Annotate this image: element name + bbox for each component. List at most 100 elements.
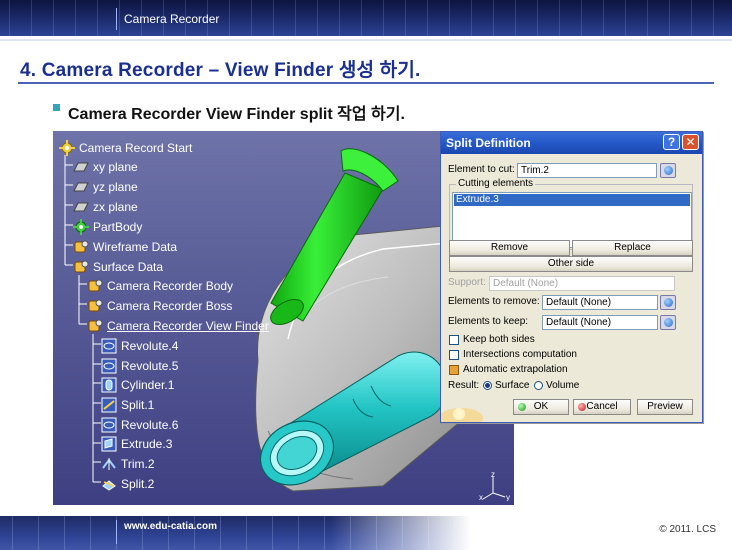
- tree-item-label: zx plane: [93, 200, 138, 214]
- tree-item-camera-recorder-boss[interactable]: Camera Recorder Boss: [87, 297, 232, 315]
- result-label: Result:: [448, 380, 480, 391]
- other-side-button[interactable]: Other side: [449, 256, 693, 272]
- preview-button[interactable]: Preview: [637, 399, 693, 415]
- cutting-element-selected[interactable]: Extrude.3: [454, 194, 690, 206]
- elements-to-keep-field[interactable]: Default (None): [542, 315, 658, 330]
- footer-url[interactable]: www.edu-catia.com: [124, 521, 217, 532]
- tree-item-label: PartBody: [93, 220, 143, 234]
- tree-item-label: Revolute.5: [121, 359, 179, 373]
- tree-item-label: Wireframe Data: [93, 240, 178, 254]
- axis-z-label: z: [491, 471, 495, 479]
- keep-both-sides-label: Keep both sides: [463, 334, 535, 345]
- tree-item-partbody[interactable]: PartBody: [73, 218, 142, 236]
- tree-item-revolute-5[interactable]: Revolute.5: [101, 357, 178, 375]
- elements-to-remove-picker-icon[interactable]: [660, 295, 676, 310]
- tree-item-root[interactable]: Camera Record Start: [59, 139, 192, 157]
- keep-both-sides-checkbox[interactable]: [449, 335, 459, 345]
- tree-item-split-2[interactable]: Split.2: [101, 475, 154, 493]
- dialog-decoration-graphic: [441, 408, 483, 422]
- geometrical-set-icon: [87, 278, 105, 294]
- element-to-cut-field[interactable]: Trim.2: [517, 163, 657, 178]
- tree-item-revolute-4[interactable]: Revolute.4: [101, 337, 178, 355]
- help-icon[interactable]: ?: [663, 134, 680, 150]
- extrude-icon: [101, 436, 119, 452]
- tree-item-xy-plane[interactable]: xy plane: [73, 158, 138, 176]
- plane-icon: [73, 199, 91, 215]
- replace-button[interactable]: Replace: [572, 240, 693, 256]
- tree-item-camera-recorder-body[interactable]: Camera Recorder Body: [87, 277, 233, 295]
- tree-item-label: Camera Recorder Boss: [107, 299, 233, 313]
- tree-item-camera-recorder-view-finder[interactable]: Camera Recorder View Finder: [87, 317, 269, 335]
- header-rule-shadow: [0, 39, 732, 41]
- tree-item-label: yz plane: [93, 180, 138, 194]
- cancel-button[interactable]: Cancel: [573, 399, 631, 415]
- tree-item-label: Cylinder.1: [121, 378, 175, 392]
- revolute-icon: [101, 417, 119, 433]
- header-separator: [116, 8, 117, 30]
- result-volume-radio[interactable]: [534, 381, 543, 390]
- revolute-icon: [101, 338, 119, 354]
- tree-item-label: Trim.2: [121, 457, 155, 471]
- split-definition-dialog: Split Definition ? ✕ Element to cut: Tri…: [440, 131, 703, 423]
- tree-item-revolute-6[interactable]: Revolute.6: [101, 416, 178, 434]
- elements-to-keep-picker-icon[interactable]: [660, 315, 676, 330]
- geometrical-set-icon: [73, 259, 91, 275]
- ok-status-icon: [518, 403, 526, 411]
- close-icon[interactable]: ✕: [682, 134, 699, 150]
- plane-icon: [73, 179, 91, 195]
- intersections-computation-label: Intersections computation: [463, 349, 577, 360]
- result-volume-label: Volume: [546, 380, 580, 391]
- tree-item-surface-data[interactable]: Surface Data: [73, 258, 163, 276]
- intersections-computation-checkbox[interactable]: [449, 350, 459, 360]
- dialog-title: Split Definition: [446, 136, 531, 150]
- tree-item-label: Surface Data: [93, 260, 164, 274]
- automatic-extrapolation-checkbox[interactable]: [449, 365, 459, 375]
- tree-item-trim-2[interactable]: Trim.2: [101, 455, 155, 473]
- product-gear-icon: [59, 140, 77, 156]
- ok-button[interactable]: OK: [513, 399, 569, 415]
- geometrical-set-icon: [73, 239, 91, 255]
- geometrical-set-icon: [87, 318, 105, 334]
- split-icon: [101, 476, 119, 492]
- cylinder-icon: [101, 377, 119, 393]
- tree-item-label: Camera Record Start: [79, 141, 193, 155]
- tree-item-yz-plane[interactable]: yz plane: [73, 178, 138, 196]
- geometrical-set-icon: [87, 298, 105, 314]
- header-label: Camera Recorder: [124, 12, 220, 26]
- cancel-status-icon: [578, 403, 586, 411]
- remove-button[interactable]: Remove: [449, 240, 570, 256]
- revolute-icon: [101, 358, 119, 374]
- automatic-extrapolation-label: Automatic extrapolation: [463, 364, 568, 375]
- tree-item-zx-plane[interactable]: zx plane: [73, 198, 138, 216]
- trim-icon: [101, 456, 119, 472]
- axis-x-label: x: [479, 493, 483, 501]
- tree-item-wireframe-data[interactable]: Wireframe Data: [73, 238, 177, 256]
- plane-icon: [73, 159, 91, 175]
- tree-item-cylinder-1[interactable]: Cylinder.1: [101, 376, 174, 394]
- ok-button-label: OK: [533, 401, 549, 412]
- elements-to-remove-field[interactable]: Default (None): [542, 295, 658, 310]
- dialog-titlebar[interactable]: Split Definition ? ✕: [441, 132, 702, 154]
- footer-separator: [116, 520, 117, 544]
- cancel-button-label: Cancel: [586, 401, 618, 412]
- header-pattern: [0, 0, 732, 36]
- footer-copyright: © 2011. LCS: [659, 524, 716, 535]
- partbody-gear-icon: [73, 219, 91, 235]
- element-to-cut-picker-icon[interactable]: [660, 163, 676, 178]
- tree-item-label: Extrude.3: [121, 437, 173, 451]
- dialog-button-bar: OK Cancel Preview: [441, 392, 702, 422]
- slide-footer-band: www.edu-catia.com: [0, 516, 732, 550]
- tree-item-label: Split.1: [121, 398, 155, 412]
- tree-item-label: Camera Recorder Body: [107, 279, 234, 293]
- split-icon: [101, 397, 119, 413]
- tree-item-label: Split.2: [121, 477, 155, 491]
- bullet-text: Camera Recorder View Finder split 작업 하기.: [68, 106, 405, 123]
- cutting-elements-label: Cutting elements: [456, 178, 536, 189]
- tree-item-extrude-3[interactable]: Extrude.3: [101, 435, 172, 453]
- elements-to-keep-label: Elements to keep:: [448, 316, 529, 327]
- tree-item-label: Revolute.6: [121, 418, 179, 432]
- tree-item-split-1[interactable]: Split.1: [101, 396, 154, 414]
- result-surface-radio[interactable]: [483, 381, 492, 390]
- title-underline: [18, 82, 714, 84]
- element-to-cut-label: Element to cut:: [448, 164, 515, 175]
